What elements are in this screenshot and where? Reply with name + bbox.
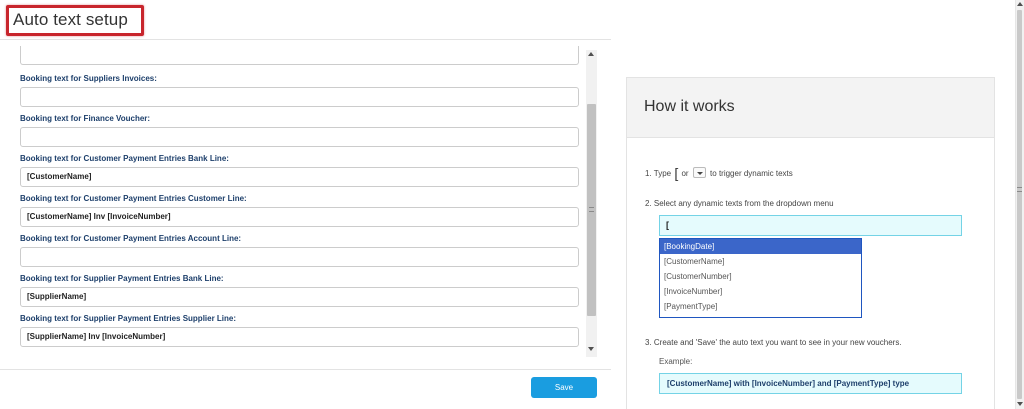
text-input-partial[interactable] (20, 46, 579, 65)
field-label: Booking text for Finance Voucher: (20, 114, 151, 123)
step-1-suffix: to trigger dynamic texts (710, 169, 793, 178)
supplier-payment-bank-line-input[interactable]: [SupplierName] (20, 287, 579, 307)
dropdown-item-customer-number: [CustomerNumber] (664, 272, 732, 281)
grip-icon (589, 207, 594, 212)
auto-text-setup-page: Auto text setup Booking text for Supplie… (0, 0, 1024, 409)
field-label: Booking text for Customer Payment Entrie… (20, 194, 247, 203)
suppliers-invoices-input[interactable] (20, 87, 579, 107)
dropdown-item-invoice-number: [InvoiceNumber] (664, 287, 723, 296)
dropdown-item-payment-type: [PaymentType] (664, 302, 718, 311)
page-title: Auto text setup (13, 10, 128, 29)
how-it-works-header: How it works (627, 78, 994, 138)
step-2: 2. Select any dynamic texts from the dro… (645, 199, 834, 208)
save-button[interactable]: Save (531, 377, 597, 398)
field-customer-payment-bank-line: Booking text for Customer Payment Entrie… (20, 153, 580, 187)
form-scroll-area[interactable]: Booking text for Suppliers Invoices: Boo… (0, 40, 598, 357)
customer-payment-bank-line-input[interactable]: [CustomerName] (20, 167, 579, 187)
window-scroll-down-icon[interactable] (1017, 402, 1023, 406)
field-label: Booking text for Supplier Payment Entrie… (20, 314, 237, 323)
field-customer-payment-customer-line: Booking text for Customer Payment Entrie… (20, 193, 580, 227)
field-label: Booking text for Suppliers Invoices: (20, 74, 157, 83)
customer-payment-account-line-input[interactable] (20, 247, 579, 267)
scroll-down-arrow-icon[interactable] (588, 347, 594, 351)
step-1: 1. Type [ or to trigger dynamic texts (645, 165, 793, 181)
finance-voucher-input[interactable] (20, 127, 579, 147)
step-1-or: or (681, 169, 689, 178)
field-label: Booking text for Customer Payment Entrie… (20, 154, 229, 163)
grip-icon (1017, 187, 1022, 192)
scroll-up-arrow-icon[interactable] (588, 52, 594, 56)
demo-input: [ (659, 215, 962, 236)
footer-divider (0, 369, 611, 370)
how-it-works-title: How it works (644, 98, 735, 115)
demo-dropdown-list: [BookingDate] [CustomerName] [CustomerNu… (659, 238, 862, 318)
step-3: 3. Create and 'Save' the auto text you w… (645, 338, 902, 347)
dropdown-trigger-icon (692, 167, 706, 178)
field-label: Booking text for Customer Payment Entrie… (20, 234, 242, 243)
supplier-payment-supplier-line-input[interactable]: [SupplierName] Inv [InvoiceNumber] (20, 327, 579, 347)
field-finance-voucher: Booking text for Finance Voucher: (20, 113, 580, 147)
customer-payment-customer-line-input[interactable]: [CustomerName] Inv [InvoiceNumber] (20, 207, 579, 227)
window-scroll-thumb[interactable] (1017, 10, 1022, 399)
example-text: [CustomerName] with [InvoiceNumber] and … (659, 373, 962, 394)
window-scroll-up-icon[interactable] (1017, 2, 1023, 6)
field-customer-payment-account-line: Booking text for Customer Payment Entrie… (20, 233, 580, 267)
field-supplier-payment-bank-line: Booking text for Supplier Payment Entrie… (20, 273, 580, 307)
how-it-works-panel: How it works 1. Type [ or to trigger dyn… (626, 77, 995, 409)
dropdown-item-booking-date: [BookingDate] (660, 239, 861, 254)
bracket-symbol: [ (674, 165, 679, 181)
example-label: Example: (659, 357, 693, 366)
dropdown-item-customer-name: [CustomerName] (664, 257, 725, 266)
field-supplier-payment-supplier-line: Booking text for Supplier Payment Entrie… (20, 313, 580, 347)
field-label: Booking text for Supplier Payment Entrie… (20, 274, 224, 283)
field-suppliers-invoices: Booking text for Suppliers Invoices: (20, 73, 580, 107)
step-1-prefix: 1. Type (645, 169, 672, 178)
